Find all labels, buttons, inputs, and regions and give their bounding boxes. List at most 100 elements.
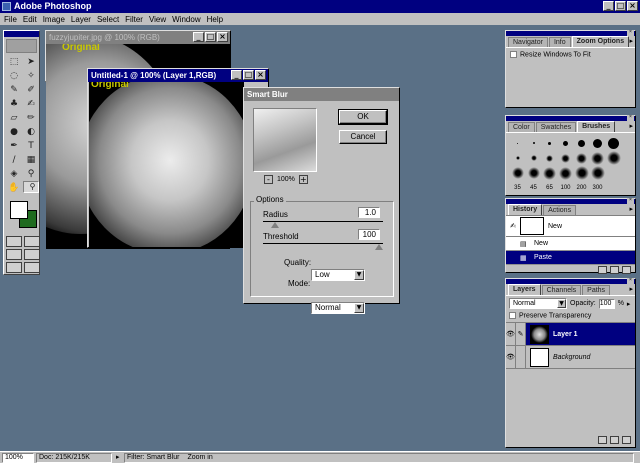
add-mask-icon[interactable] [598,436,607,444]
type-icon[interactable]: T [23,139,39,152]
paint-bucket-icon[interactable]: ◈ [6,167,22,180]
opacity-arrow-icon[interactable]: ▸ [627,300,631,308]
document-title-bar[interactable]: Untitled-1 @ 100% (Layer 1,RGB) _ □ × [88,69,268,82]
brush-preset[interactable] [590,136,605,150]
blur-icon[interactable]: ● [6,125,22,138]
threshold-slider-track[interactable] [263,243,383,244]
full-screen-icon[interactable] [6,262,22,273]
brush-preset[interactable] [510,136,525,150]
radius-slider-handle[interactable] [271,222,279,228]
tab-swatches[interactable]: Swatches [535,122,577,132]
opacity-input[interactable]: 100 [598,298,615,309]
brush-preset[interactable] [606,151,621,165]
history-item[interactable]: ▤ New [506,237,635,251]
menu-window[interactable]: Window [172,15,200,24]
brush-preset[interactable] [622,136,637,150]
brush-preset[interactable] [542,166,557,180]
brush-preset[interactable] [622,151,637,165]
zoom-in-button[interactable]: + [298,175,308,184]
tab-channels[interactable]: Channels [541,285,582,295]
jump-to-imageready-icon[interactable] [24,262,40,273]
layer-row[interactable]: 👁 Background [506,346,635,370]
chevron-down-icon[interactable]: ▼ [354,303,364,313]
brush-preset[interactable] [606,136,621,150]
standard-mode-icon[interactable] [6,236,22,247]
brush-preset[interactable] [558,166,573,180]
tab-layers[interactable]: Layers [508,284,541,295]
minimize-icon[interactable]: _ [603,1,614,11]
tab-paths[interactable]: Paths [582,285,611,295]
airbrush-icon[interactable]: ✎ [6,83,22,96]
lasso-icon[interactable]: ◌ [6,69,22,82]
menu-edit[interactable]: Edit [23,15,37,24]
eye-icon[interactable]: 👁 [506,346,516,369]
menu-image[interactable]: Image [43,15,65,24]
mode-select[interactable]: Normal ▼ [311,302,365,314]
tab-color[interactable]: Color [508,122,535,132]
new-snapshot-icon[interactable] [610,266,619,274]
history-brush-icon[interactable]: ✍ [23,97,39,110]
move-icon[interactable]: ➤ [23,55,39,68]
document-title-bar[interactable]: fuzzyjupiter.jpg @ 100% (RGB) _ □ × [46,31,230,44]
brush-preset[interactable] [526,151,541,165]
marquee-icon[interactable]: ⬚ [6,55,22,68]
blend-mode-select[interactable]: Normal ▼ [509,298,567,309]
link-slot[interactable] [516,346,526,369]
palette-menu-arrow-icon[interactable]: ▸ [629,205,633,213]
rubber-stamp-icon[interactable]: ♣ [6,97,22,110]
eyedropper-icon[interactable]: ⚲ [23,167,39,180]
brush-preset[interactable] [574,151,589,165]
zoom-out-button[interactable]: - [264,175,273,184]
history-snapshot[interactable]: ✍ New [506,215,635,237]
brush-preset[interactable] [510,151,525,165]
new-layer-icon[interactable] [610,436,619,444]
history-brush-source-icon[interactable]: ✍ [506,222,520,230]
quick-mask-icon[interactable] [24,236,40,247]
maximize-icon[interactable]: □ [615,1,626,11]
eraser-icon[interactable]: ▱ [6,111,22,124]
foreground-color-swatch[interactable] [10,201,28,219]
brush-preset[interactable] [558,136,573,150]
brush-preset[interactable] [542,136,557,150]
radius-slider-track[interactable] [263,221,383,222]
filter-preview[interactable] [253,108,317,172]
maximize-icon[interactable]: □ [243,70,254,80]
paintbrush-icon[interactable]: ✐ [23,83,39,96]
palette-menu-arrow-icon[interactable]: ▸ [629,37,633,45]
hand-icon[interactable]: ✋ [6,181,22,194]
close-icon[interactable]: × [217,32,228,42]
menu-help[interactable]: Help [207,15,223,24]
paintbrush-icon[interactable]: ✎ [516,323,526,346]
threshold-input[interactable]: 100 [358,229,380,240]
dialog-title-bar[interactable]: Smart Blur [244,88,399,101]
chevron-down-icon[interactable]: ▼ [354,270,364,280]
pencil-icon[interactable]: ✏ [23,111,39,124]
menu-layer[interactable]: Layer [71,15,91,24]
brush-preset[interactable] [558,151,573,165]
brush-preset[interactable] [574,166,589,180]
magic-wand-icon[interactable]: ✧ [23,69,39,82]
standard-screen-icon[interactable] [6,249,22,260]
preserve-transparency-checkbox[interactable] [509,312,516,319]
cancel-button[interactable]: Cancel [339,130,387,144]
eye-icon[interactable]: 👁 [506,323,516,346]
tab-navigator[interactable]: Navigator [508,37,548,47]
radius-input[interactable]: 1.0 [358,207,380,218]
dodge-icon[interactable]: ◐ [23,125,39,138]
close-icon[interactable]: × [627,1,638,11]
pen-icon[interactable]: ✒ [6,139,22,152]
maximize-icon[interactable]: □ [205,32,216,42]
brush-preset[interactable] [542,151,557,165]
menu-view[interactable]: View [149,15,166,24]
close-icon[interactable]: × [255,70,266,80]
chevron-down-icon[interactable]: ▼ [557,299,566,308]
trash-icon[interactable] [622,266,631,274]
document-canvas-untitled[interactable]: Original [89,82,244,247]
palette-menu-arrow-icon[interactable]: ▸ [629,122,633,130]
quality-select[interactable]: Low ▼ [311,269,365,281]
new-document-icon[interactable] [598,266,607,274]
full-screen-menu-icon[interactable] [24,249,40,260]
minimize-icon[interactable]: _ [231,70,242,80]
minimize-icon[interactable]: _ [193,32,204,42]
menu-filter[interactable]: Filter [125,15,143,24]
